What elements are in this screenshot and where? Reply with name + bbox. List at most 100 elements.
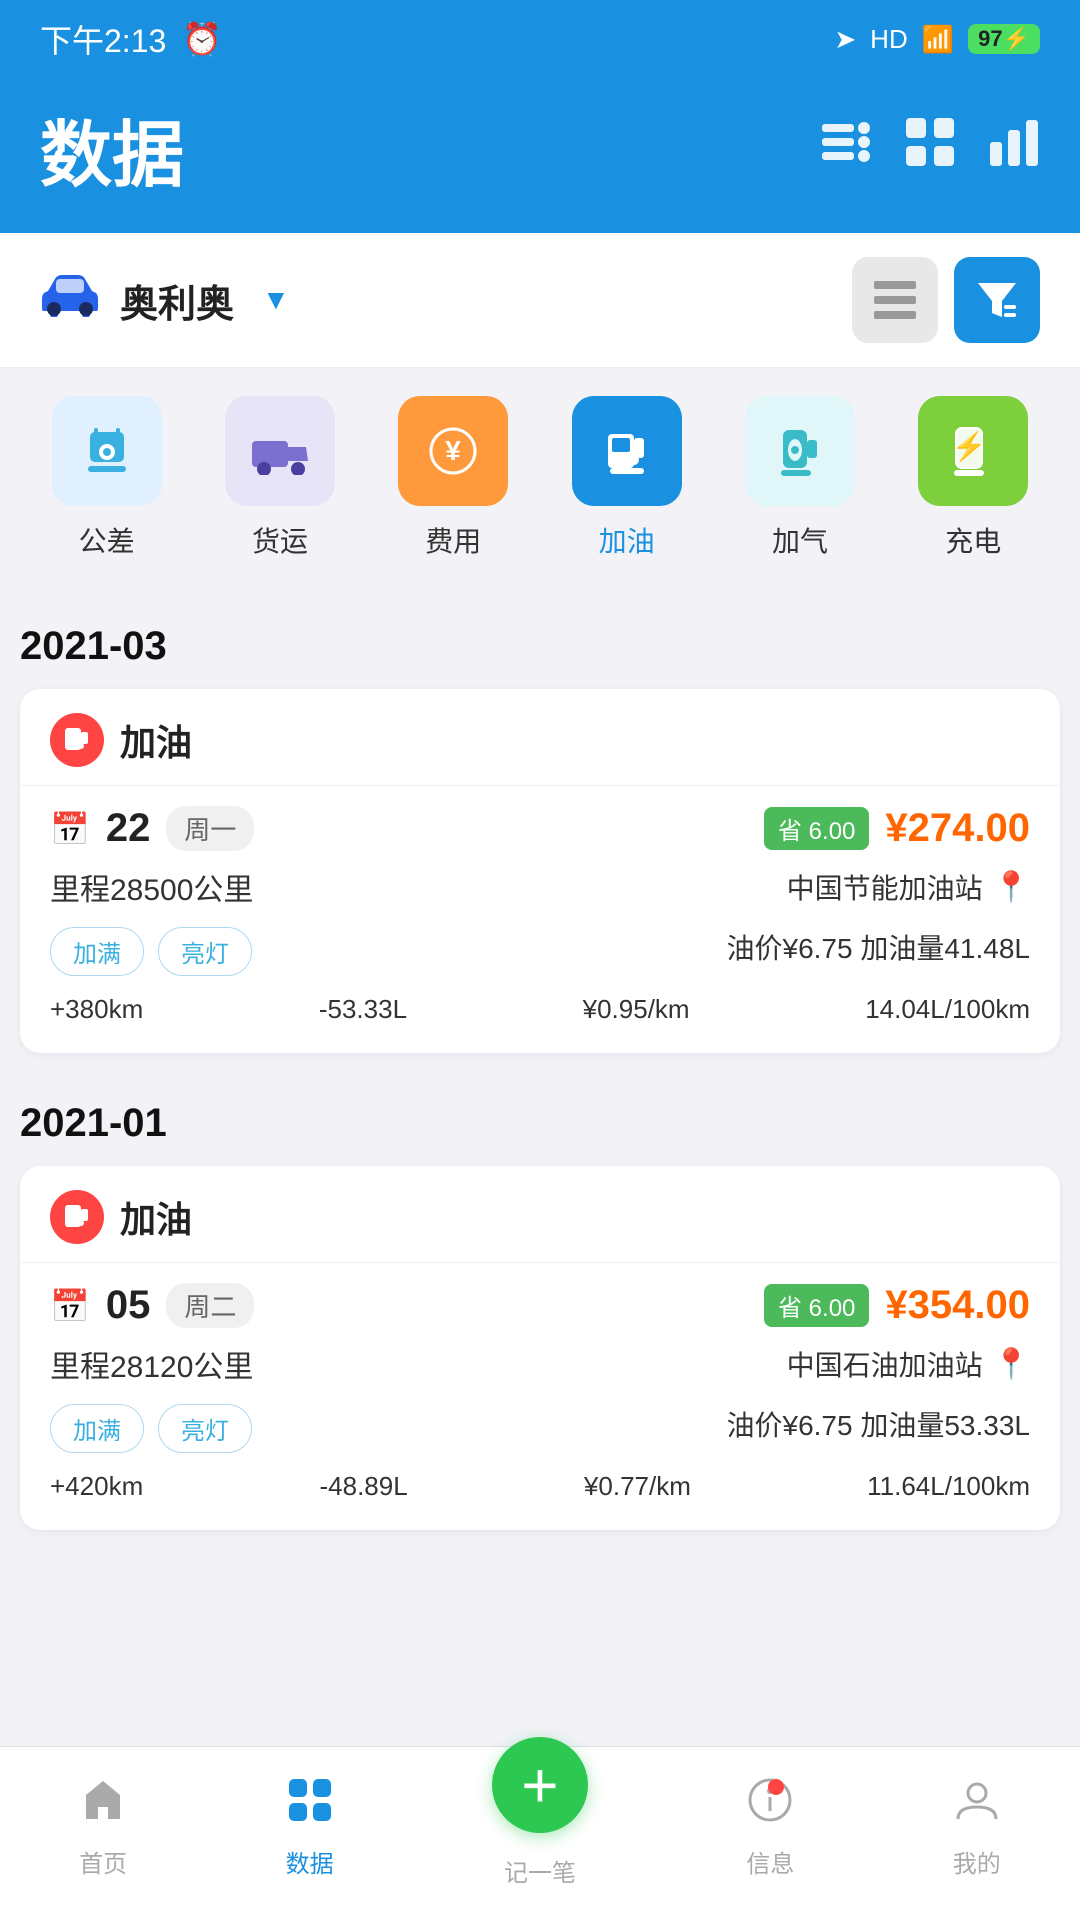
category-feiyong[interactable]: ¥ 费用 bbox=[398, 396, 508, 560]
add-label: 记一笔 bbox=[504, 1853, 576, 1888]
month-header-0: 2021-03 bbox=[20, 600, 1060, 689]
tag-light-0: 亮灯 bbox=[158, 927, 252, 976]
record-row-tags-0: 加满 亮灯 油价¥6.75 加油量41.48L bbox=[50, 927, 1030, 976]
chart-bar-icon[interactable] bbox=[988, 116, 1040, 181]
jiayou-label: 加油 bbox=[599, 520, 655, 560]
record-body-1: 📅 05 周二 省 6.00 ¥354.00 里程28120公里 中国石油加油站… bbox=[20, 1263, 1060, 1530]
jiayou-icon bbox=[572, 396, 682, 506]
record-row-date-price-1: 📅 05 周二 省 6.00 ¥354.00 bbox=[50, 1283, 1030, 1328]
save-badge-0: 省 6.00 bbox=[764, 807, 869, 850]
nav-add[interactable]: + 记一笔 bbox=[492, 1767, 588, 1888]
record-row-date-price-0: 📅 22 周一 省 6.00 ¥274.00 bbox=[50, 806, 1030, 851]
page-title: 数据 bbox=[40, 96, 184, 201]
home-label: 首页 bbox=[79, 1844, 127, 1879]
record-row-tags-1: 加满 亮灯 油价¥6.75 加油量53.33L bbox=[50, 1404, 1030, 1453]
feiyong-icon: ¥ bbox=[398, 396, 508, 506]
date-day-0: 22 bbox=[106, 806, 151, 851]
category-huoyun[interactable]: 货运 bbox=[225, 396, 335, 560]
record-type-name-0: 加油 bbox=[120, 714, 192, 766]
category-charging[interactable]: ⚡ 充电 bbox=[918, 396, 1028, 560]
add-button[interactable]: + bbox=[492, 1737, 588, 1833]
fuel-detail-1: 油价¥6.75 加油量53.33L bbox=[727, 1404, 1031, 1453]
stat-km-1: +420km bbox=[50, 1471, 143, 1502]
station-name-0: 中国节能加油站 bbox=[787, 867, 983, 907]
station-info-0: 中国节能加油站 📍 bbox=[787, 867, 1030, 907]
svg-text:¥: ¥ bbox=[446, 435, 462, 466]
tag-light-1: 亮灯 bbox=[158, 1404, 252, 1453]
nav-mine[interactable]: 我的 bbox=[953, 1777, 1001, 1879]
status-time: 下午2:13 ⏰ bbox=[40, 16, 222, 62]
date-info-0: 📅 22 周一 bbox=[50, 806, 254, 851]
day-of-week-0: 周一 bbox=[166, 806, 254, 851]
vehicle-right bbox=[852, 257, 1040, 343]
data-icon bbox=[287, 1777, 333, 1834]
mileage-text-0: 里程28500公里 bbox=[50, 865, 253, 909]
calendar-icon-0: 📅 bbox=[50, 810, 90, 848]
fuel-type-icon-0 bbox=[50, 713, 104, 767]
charging-label: 充电 bbox=[945, 520, 1001, 560]
month-section-0: 2021-03 加油 📅 22 周一 bbox=[20, 600, 1060, 1053]
record-row-stats-1: +420km -48.89L ¥0.77/km 11.64L/100km bbox=[50, 1471, 1030, 1502]
fuel-type-icon-1 bbox=[50, 1190, 104, 1244]
status-icons: ➤ HD 📶 97⚡ bbox=[834, 24, 1040, 55]
pin-icon-1: 📍 bbox=[993, 1347, 1030, 1382]
grid-list-icon[interactable] bbox=[904, 116, 956, 181]
nav-data[interactable]: 数据 bbox=[286, 1777, 334, 1879]
huoyun-icon bbox=[225, 396, 335, 506]
bottom-navigation: 首页 数据 + 记一笔 信息 bbox=[0, 1746, 1080, 1920]
date-day-1: 05 bbox=[106, 1283, 151, 1328]
category-jiaqin[interactable]: 加气 bbox=[745, 396, 855, 560]
record-type-bar-1: 加油 bbox=[20, 1166, 1060, 1263]
stat-per100km-1: 11.64L/100km bbox=[867, 1471, 1030, 1502]
record-row-stats-0: +380km -53.33L ¥0.95/km 14.04L/100km bbox=[50, 994, 1030, 1025]
plus-icon: + bbox=[521, 1748, 558, 1822]
price-info-0: 省 6.00 ¥274.00 bbox=[764, 806, 1030, 851]
data-label: 数据 bbox=[286, 1844, 334, 1879]
station-name-1: 中国石油加油站 bbox=[787, 1344, 983, 1384]
charging-icon: ⚡ bbox=[918, 396, 1028, 506]
header-icon-group bbox=[820, 116, 1040, 181]
svg-text:⚡: ⚡ bbox=[952, 430, 987, 463]
vehicle-selector-bar: 奥利奥 ▼ bbox=[0, 233, 1080, 368]
fuel-detail-0: 油价¥6.75 加油量41.48L bbox=[727, 927, 1031, 976]
jiaqin-label: 加气 bbox=[772, 520, 828, 560]
category-gongcha[interactable]: 公差 bbox=[52, 396, 162, 560]
location-icon: ➤ bbox=[834, 24, 856, 55]
category-jiayou[interactable]: 加油 bbox=[572, 396, 682, 560]
info-dot bbox=[768, 1779, 784, 1795]
nav-home[interactable]: 首页 bbox=[79, 1777, 127, 1879]
record-card-1[interactable]: 加油 📅 05 周二 省 6.00 ¥354.00 里程28120公里 bbox=[20, 1166, 1060, 1530]
stat-perkm-0: ¥0.95/km bbox=[583, 994, 690, 1025]
mine-icon bbox=[954, 1777, 1000, 1834]
record-row-mileage-station-1: 里程28120公里 中国石油加油站 📍 bbox=[50, 1342, 1030, 1386]
mileage-text-1: 里程28120公里 bbox=[50, 1342, 253, 1386]
alarm-icon: ⏰ bbox=[182, 20, 222, 58]
signal-icon: HD bbox=[870, 24, 908, 55]
record-type-bar-0: 加油 bbox=[20, 689, 1060, 786]
wifi-icon: 📶 bbox=[922, 24, 954, 55]
category-bar: 公差 货运 ¥ 费用 bbox=[0, 368, 1080, 580]
content-area: 2021-03 加油 📅 22 周一 bbox=[0, 600, 1080, 1714]
tag-full-0: 加满 bbox=[50, 927, 144, 976]
pin-icon-0: 📍 bbox=[993, 870, 1030, 905]
day-of-week-1: 周二 bbox=[166, 1283, 254, 1328]
nav-info[interactable]: 信息 bbox=[746, 1777, 794, 1879]
stat-liter-1: -48.89L bbox=[319, 1471, 407, 1502]
list-view-button[interactable] bbox=[852, 257, 938, 343]
record-row-mileage-station-0: 里程28500公里 中国节能加油站 📍 bbox=[50, 865, 1030, 909]
info-label: 信息 bbox=[746, 1844, 794, 1879]
tag-full-1: 加满 bbox=[50, 1404, 144, 1453]
vehicle-left[interactable]: 奥利奥 ▼ bbox=[40, 270, 290, 330]
price-amount-0: ¥274.00 bbox=[885, 806, 1030, 851]
vehicle-name: 奥利奥 bbox=[120, 273, 234, 328]
car-list-icon[interactable] bbox=[820, 116, 872, 181]
record-body-0: 📅 22 周一 省 6.00 ¥274.00 里程28500公里 中国节能加油站… bbox=[20, 786, 1060, 1053]
car-icon bbox=[40, 270, 100, 330]
record-card-0[interactable]: 加油 📅 22 周一 省 6.00 ¥274.00 里程28500公里 bbox=[20, 689, 1060, 1053]
stat-liter-0: -53.33L bbox=[319, 994, 407, 1025]
filter-button[interactable] bbox=[954, 257, 1040, 343]
stat-per100km-0: 14.04L/100km bbox=[865, 994, 1030, 1025]
month-header-1: 2021-01 bbox=[20, 1077, 1060, 1166]
home-icon bbox=[80, 1777, 126, 1834]
dropdown-arrow-icon: ▼ bbox=[262, 284, 290, 316]
